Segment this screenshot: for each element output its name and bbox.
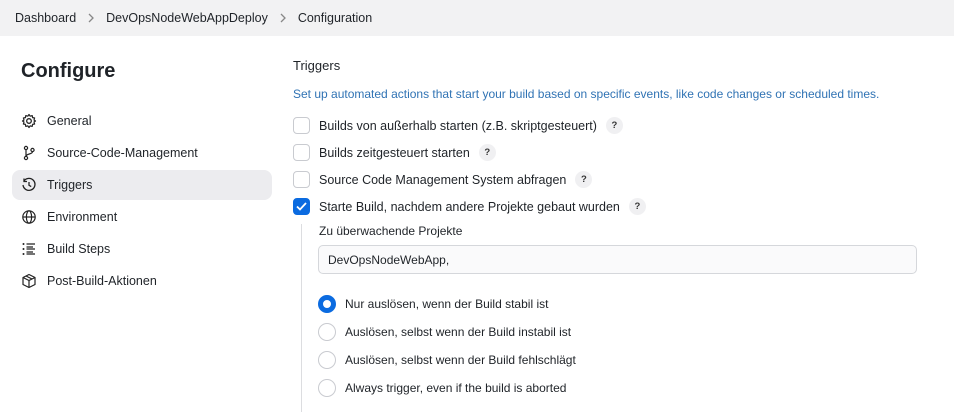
package-icon bbox=[21, 273, 37, 289]
list-icon bbox=[21, 241, 37, 257]
radio[interactable] bbox=[318, 351, 336, 369]
projects-input-value: DevOpsNodeWebApp, bbox=[328, 252, 450, 267]
radio-label: Nur auslösen, wenn der Build stabil ist bbox=[345, 297, 549, 311]
section-description: Set up automated actions that start your… bbox=[293, 87, 880, 101]
gear-icon bbox=[21, 113, 37, 129]
sidebar-item-triggers[interactable]: Triggers bbox=[12, 170, 272, 200]
sidebar-item-label: Build Steps bbox=[47, 242, 111, 256]
sidebar-item-label: Post-Build-Aktionen bbox=[47, 274, 157, 288]
radio-selected[interactable] bbox=[318, 295, 336, 313]
sidebar-item-environment[interactable]: Environment bbox=[12, 202, 272, 232]
checkbox-checked[interactable] bbox=[293, 198, 310, 215]
radio-label: Auslösen, selbst wenn der Build instabil… bbox=[345, 325, 572, 339]
checkbox-label: Builds zeitgesteuert starten bbox=[319, 145, 470, 160]
checkbox-label: Source Code Management System abfragen bbox=[319, 172, 567, 187]
radio-label: Auslösen, selbst wenn der Build fehlschl… bbox=[345, 353, 576, 367]
checkbox[interactable] bbox=[293, 117, 310, 134]
trigger-option-scheduled[interactable]: Builds zeitgesteuert starten ? bbox=[293, 144, 496, 161]
help-icon[interactable]: ? bbox=[478, 144, 496, 161]
checkmark-icon bbox=[296, 202, 307, 211]
help-icon[interactable]: ? bbox=[605, 117, 623, 134]
radio-option-unstable[interactable]: Auslösen, selbst wenn der Build instabil… bbox=[318, 323, 571, 341]
help-icon[interactable]: ? bbox=[628, 198, 646, 215]
radio-option-failed[interactable]: Auslösen, selbst wenn der Build fehlschl… bbox=[318, 351, 576, 369]
sidebar-item-label: Environment bbox=[47, 210, 118, 224]
sidebar-item-label: Source-Code-Management bbox=[47, 146, 198, 160]
projects-field-label: Zu überwachende Projekte bbox=[319, 224, 463, 238]
checkbox[interactable] bbox=[293, 144, 310, 161]
sidebar-item-build-steps[interactable]: Build Steps bbox=[12, 234, 272, 264]
section-title: Triggers bbox=[293, 58, 341, 73]
radio-option-aborted[interactable]: Always trigger, even if the build is abo… bbox=[318, 379, 566, 397]
projects-input[interactable]: DevOpsNodeWebApp, bbox=[318, 245, 917, 274]
checkbox[interactable] bbox=[293, 171, 310, 188]
nested-divider bbox=[301, 224, 302, 412]
radio[interactable] bbox=[318, 323, 336, 341]
sidebar-item-label: Triggers bbox=[47, 178, 93, 192]
chevron-right-icon bbox=[87, 13, 95, 23]
sidebar-item-general[interactable]: General bbox=[12, 106, 272, 136]
breadcrumb-dashboard[interactable]: Dashboard bbox=[15, 11, 76, 25]
breadcrumb: Dashboard DevOpsNodeWebAppDeploy Configu… bbox=[0, 0, 954, 36]
clock-icon bbox=[21, 177, 37, 193]
branch-icon bbox=[21, 145, 37, 161]
page-title: Configure bbox=[21, 60, 116, 82]
trigger-option-after-other-projects[interactable]: Starte Build, nachdem andere Projekte ge… bbox=[293, 198, 646, 215]
breadcrumb-project[interactable]: DevOpsNodeWebAppDeploy bbox=[106, 11, 268, 25]
checkbox-label: Starte Build, nachdem andere Projekte ge… bbox=[319, 199, 620, 214]
sidebar-item-post-build-aktionen[interactable]: Post-Build-Aktionen bbox=[12, 266, 272, 296]
globe-icon bbox=[21, 209, 37, 225]
checkbox-label: Builds von außerhalb starten (z.B. skrip… bbox=[319, 118, 597, 133]
trigger-option-scm-poll[interactable]: Source Code Management System abfragen ? bbox=[293, 171, 593, 188]
radio-option-stable[interactable]: Nur auslösen, wenn der Build stabil ist bbox=[318, 295, 548, 313]
chevron-right-icon bbox=[279, 13, 287, 23]
trigger-option-remote[interactable]: Builds von außerhalb starten (z.B. skrip… bbox=[293, 117, 623, 134]
radio-label: Always trigger, even if the build is abo… bbox=[345, 381, 567, 395]
sidebar-item-label: General bbox=[47, 114, 92, 128]
breadcrumb-configuration[interactable]: Configuration bbox=[298, 11, 372, 25]
sidebar-item-source-code-management[interactable]: Source-Code-Management bbox=[12, 138, 272, 168]
radio[interactable] bbox=[318, 379, 336, 397]
help-icon[interactable]: ? bbox=[575, 171, 593, 188]
